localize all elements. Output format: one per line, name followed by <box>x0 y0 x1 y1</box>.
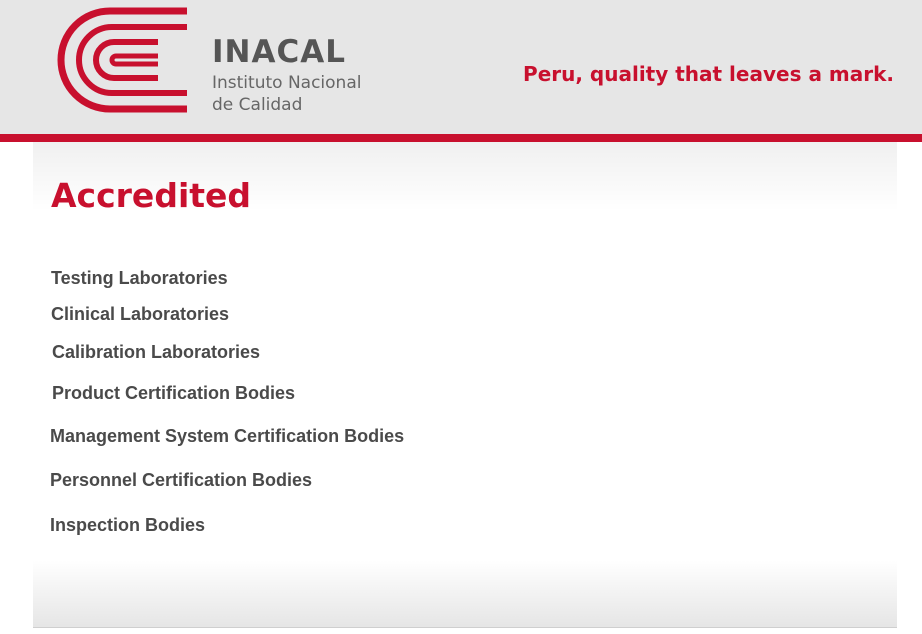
inacal-logo-icon <box>57 7 187 113</box>
link-management-system-certification-bodies[interactable]: Management System Certification Bodies <box>50 425 404 447</box>
link-calibration-laboratories[interactable]: Calibration Laboratories <box>52 341 260 363</box>
panel-bottom-divider <box>33 627 897 628</box>
link-inspection-bodies[interactable]: Inspection Bodies <box>50 514 205 536</box>
brand-subtitle-line-2: de Calidad <box>212 95 303 115</box>
header-accent-bar <box>0 134 922 142</box>
brand-name: INACAL <box>212 34 346 70</box>
brand-subtitle-line-1: Instituto Nacional <box>212 73 362 93</box>
tagline: Peru, quality that leaves a mark. <box>523 62 894 86</box>
link-clinical-laboratories[interactable]: Clinical Laboratories <box>51 303 229 325</box>
link-testing-laboratories[interactable]: Testing Laboratories <box>51 267 228 289</box>
link-product-certification-bodies[interactable]: Product Certification Bodies <box>52 382 295 404</box>
page-title: Accredited <box>51 176 252 215</box>
link-personnel-certification-bodies[interactable]: Personnel Certification Bodies <box>50 469 312 491</box>
site-header: INACAL Instituto Nacional de Calidad Per… <box>0 0 922 134</box>
